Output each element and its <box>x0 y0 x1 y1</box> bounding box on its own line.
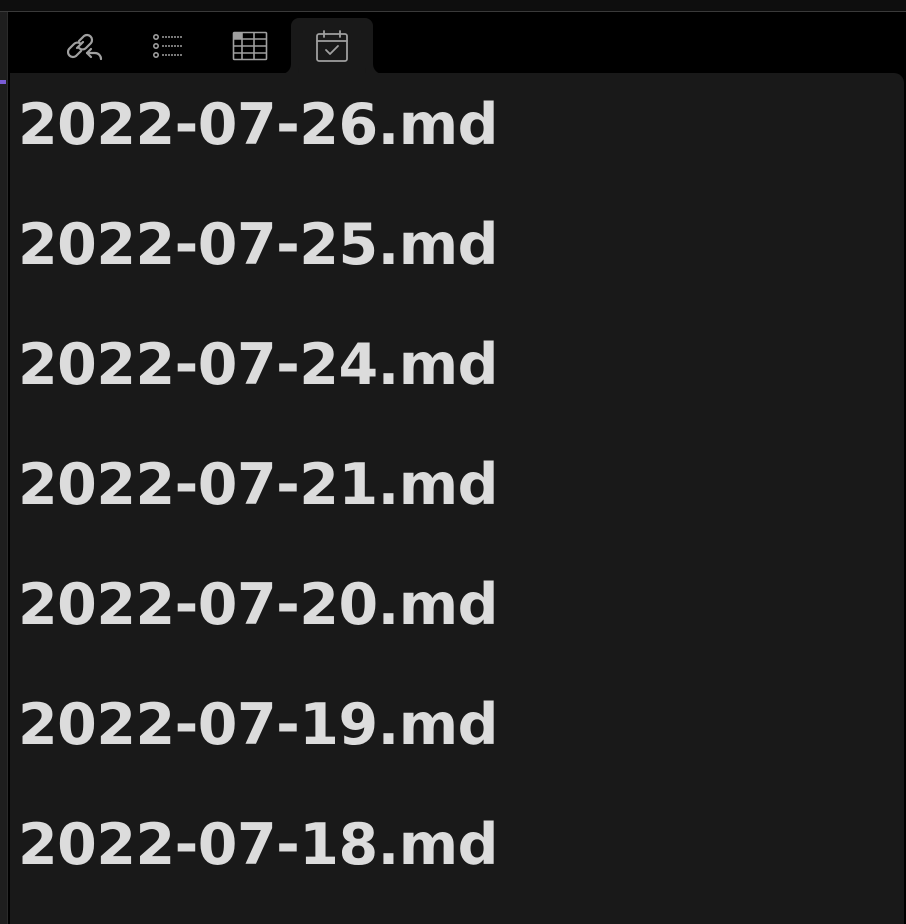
tab-calendar[interactable] <box>302 19 362 73</box>
window-top-border <box>0 0 906 12</box>
backlinks-icon <box>67 33 103 61</box>
sidebar-tab-bar <box>10 13 906 74</box>
app-window: 2022-07-26.md 2022-07-25.md 2022-07-24.m… <box>0 0 906 924</box>
file-item-2022-07-24[interactable]: 2022-07-24.md <box>18 330 498 450</box>
calendar-check-icon <box>316 30 348 62</box>
list-icon <box>152 33 182 58</box>
file-item-2022-07-20[interactable]: 2022-07-20.md <box>18 570 498 690</box>
tab-backlinks[interactable] <box>56 19 116 73</box>
tab-outline[interactable] <box>138 19 198 73</box>
file-item-2022-07-18[interactable]: 2022-07-18.md <box>18 810 498 924</box>
file-list: 2022-07-26.md 2022-07-25.md 2022-07-24.m… <box>18 90 498 924</box>
table-icon <box>232 31 268 61</box>
tab-table[interactable] <box>220 19 280 73</box>
file-item-2022-07-26[interactable]: 2022-07-26.md <box>18 90 498 210</box>
left-pane-edge[interactable] <box>0 12 8 924</box>
file-item-2022-07-19[interactable]: 2022-07-19.md <box>18 690 498 810</box>
file-item-2022-07-21[interactable]: 2022-07-21.md <box>18 450 498 570</box>
file-item-2022-07-25[interactable]: 2022-07-25.md <box>18 210 498 330</box>
active-indicator <box>0 80 6 84</box>
